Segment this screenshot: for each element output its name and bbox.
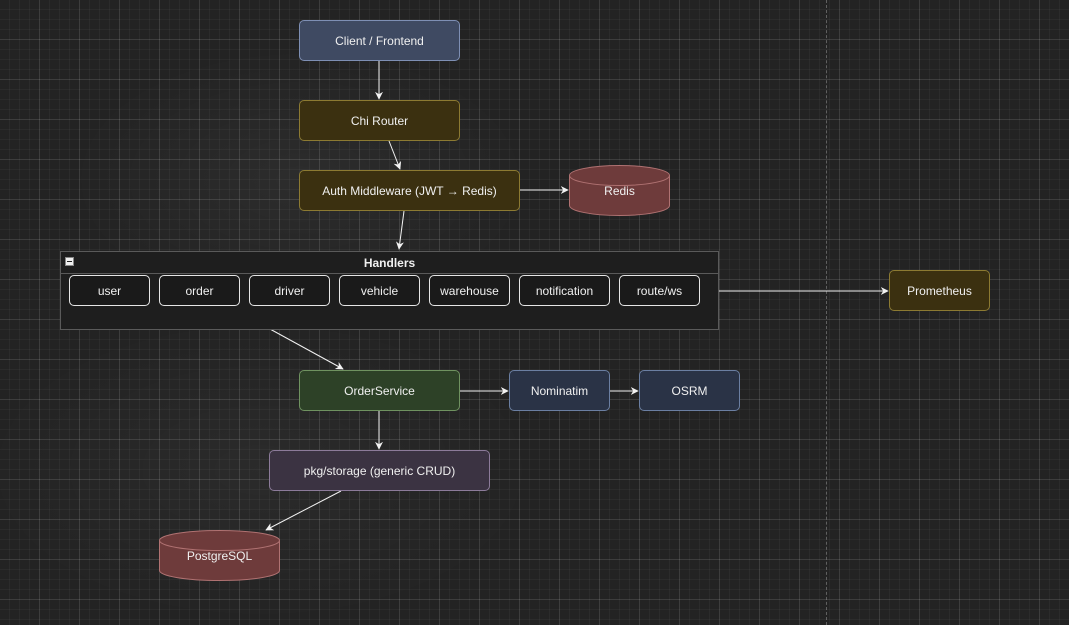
handler-warehouse[interactable]: warehouse: [429, 275, 510, 306]
storage-node[interactable]: pkg/storage (generic CRUD): [269, 450, 490, 491]
handlers-group-title: Handlers: [363, 256, 416, 270]
redis-database-node[interactable]: Redis: [569, 165, 670, 216]
storage-label: pkg/storage (generic CRUD): [303, 463, 456, 478]
handler-order[interactable]: order: [159, 275, 240, 306]
postgresql-database-node[interactable]: PostgreSQL: [159, 530, 280, 581]
nominatim-label: Nominatim: [530, 383, 589, 398]
auth-middleware-label: Auth Middleware (JWT → Redis): [322, 183, 497, 198]
handler-label: route/ws: [636, 283, 683, 298]
auth-middleware-node[interactable]: Auth Middleware (JWT → Redis): [299, 170, 520, 211]
chi-router-node[interactable]: Chi Router: [299, 100, 460, 141]
postgresql-label: PostgreSQL: [186, 549, 253, 563]
handler-label: order: [185, 283, 214, 298]
edge-storage-to-postgres: [265, 490, 342, 531]
handler-label: vehicle: [360, 283, 399, 298]
osrm-node[interactable]: OSRM: [639, 370, 740, 411]
chi-router-label: Chi Router: [350, 113, 409, 128]
handler-route-ws[interactable]: route/ws: [619, 275, 700, 306]
nominatim-node[interactable]: Nominatim: [509, 370, 610, 411]
handler-label: user: [97, 283, 122, 298]
prometheus-node[interactable]: Prometheus: [889, 270, 990, 311]
client-frontend-node[interactable]: Client / Frontend: [299, 20, 460, 61]
handler-notification[interactable]: notification: [519, 275, 610, 306]
osrm-label: OSRM: [671, 383, 708, 398]
edge-auth-to-handlers: [395, 210, 405, 250]
order-service-node[interactable]: OrderService: [299, 370, 460, 411]
handler-label: notification: [535, 283, 594, 298]
prometheus-label: Prometheus: [907, 283, 972, 298]
diagram-canvas: Client / Frontend Chi Router Auth Middle…: [0, 0, 1069, 625]
client-frontend-label: Client / Frontend: [335, 33, 424, 48]
handler-label: warehouse: [440, 283, 499, 298]
edge-router-to-auth: [388, 140, 402, 170]
handler-vehicle[interactable]: vehicle: [339, 275, 420, 306]
page-break-guide: [826, 0, 827, 625]
handler-driver[interactable]: driver: [249, 275, 330, 306]
redis-label: Redis: [604, 184, 635, 198]
handler-label: driver: [274, 283, 305, 298]
handler-user[interactable]: user: [69, 275, 150, 306]
order-service-label: OrderService: [344, 383, 415, 398]
